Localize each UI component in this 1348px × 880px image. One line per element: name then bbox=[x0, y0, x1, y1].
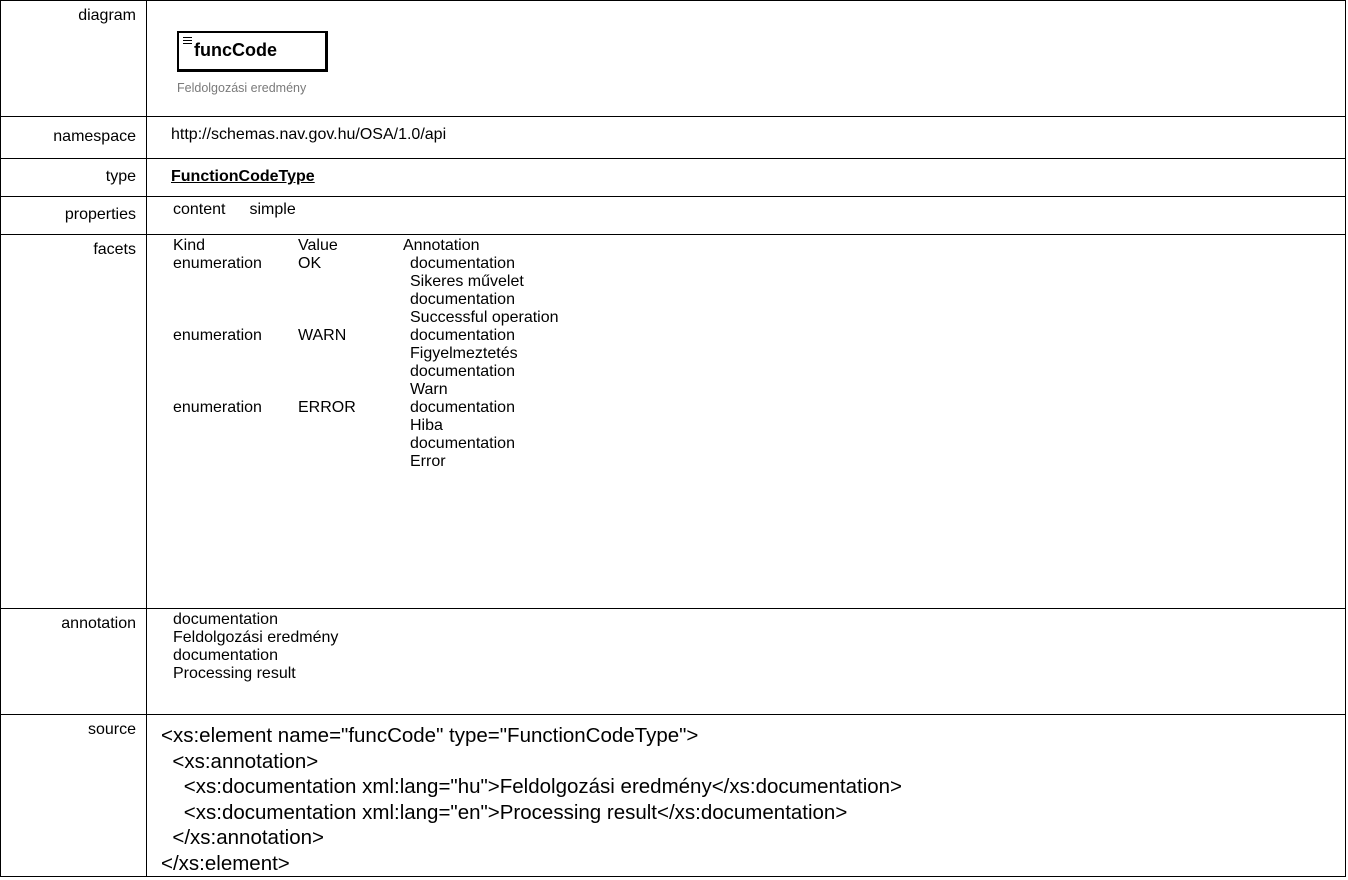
property-value: simple bbox=[249, 201, 296, 218]
facet-annotation-line: Successful operation bbox=[410, 309, 559, 326]
row-namespace: namespace http://schemas.nav.gov.hu/OSA/… bbox=[0, 116, 1346, 159]
facet-annotation-line: Error bbox=[410, 453, 446, 470]
label-properties: properties bbox=[0, 196, 147, 235]
annotation-line: Processing result bbox=[173, 665, 296, 682]
facet-annotation-line: Hiba bbox=[410, 417, 443, 434]
facets-header-value: Value bbox=[298, 237, 338, 254]
facets-table: Kind Value Annotation enumeration OK docum… bbox=[147, 235, 1345, 471]
label-namespace: namespace bbox=[0, 116, 147, 159]
label-type: type bbox=[0, 158, 147, 197]
source-line: <xs:documentation xml:lang="hu">Feldolgo… bbox=[161, 775, 903, 798]
facets-header-annotation: Annotation bbox=[403, 237, 480, 254]
element-caption: Feldolgozási eredmény bbox=[177, 81, 307, 95]
label-facets: facets bbox=[0, 234, 147, 609]
label-source: source bbox=[0, 714, 147, 877]
facet-annotation-line: Figyelmeztetés bbox=[410, 345, 518, 362]
source-line: <xs:annotation> bbox=[161, 749, 319, 773]
facet-annotation-line: documentation bbox=[410, 363, 515, 380]
facet-annotation-line: Sikeres művelet bbox=[410, 273, 524, 290]
annotation-line: Feldolgozási eredmény bbox=[173, 629, 339, 646]
schema-doc-table: diagram funcCode Feldolgozási eredmény n… bbox=[0, 0, 1346, 877]
facets-header-kind: Kind bbox=[173, 237, 206, 254]
row-type: type FunctionCodeType bbox=[0, 158, 1346, 197]
diagram-canvas: funcCode Feldolgozási eredmény bbox=[147, 1, 1345, 115]
source-code: <xs:element name="funcCode" type="Functi… bbox=[147, 715, 1345, 876]
diagram-cell: funcCode Feldolgozási eredmény bbox=[146, 0, 1346, 117]
source-cell: <xs:element name="funcCode" type="Functi… bbox=[146, 714, 1346, 877]
row-annotation: annotation documentation Feldolgozási ere… bbox=[0, 608, 1346, 715]
annotation-line: documentation bbox=[173, 611, 278, 628]
facet-kind: enumeration bbox=[173, 327, 262, 344]
row-source: source <xs:element name="funcCode" type=… bbox=[0, 714, 1346, 877]
source-line: <xs:element name="funcCode" type="Functi… bbox=[161, 724, 699, 747]
facet-annotation-line: documentation bbox=[410, 399, 515, 416]
namespace-cell: http://schemas.nav.gov.hu/OSA/1.0/api bbox=[146, 116, 1346, 159]
label-diagram: diagram bbox=[0, 0, 147, 117]
facets-cell: Kind Value Annotation enumeration OK docum… bbox=[146, 234, 1346, 609]
element-content-icon bbox=[183, 37, 192, 46]
source-line: </xs:annotation> bbox=[161, 826, 324, 849]
facet-annotation: documentation Hiba documentation Error bbox=[403, 399, 663, 471]
facet-annotation-line: documentation bbox=[410, 291, 515, 308]
facet-annotation-line: documentation bbox=[410, 327, 515, 344]
annotation-cell: documentation Feldolgozási eredmény docume… bbox=[146, 608, 1346, 715]
type-link[interactable]: FunctionCodeType bbox=[171, 159, 315, 186]
element-name: funcCode bbox=[194, 40, 277, 60]
properties-cell: content simple bbox=[146, 196, 1346, 235]
element-box-funccode[interactable]: funcCode bbox=[177, 31, 328, 72]
facet-annotation-line: Warn bbox=[410, 381, 448, 398]
property-key: content bbox=[173, 201, 226, 218]
row-diagram: diagram funcCode Feldolgozási eredmény bbox=[0, 0, 1346, 117]
type-cell: FunctionCodeType bbox=[146, 158, 1346, 197]
facet-value: WARN bbox=[298, 327, 347, 344]
namespace-value: http://schemas.nav.gov.hu/OSA/1.0/api bbox=[171, 126, 447, 143]
facet-value: ERROR bbox=[298, 399, 356, 416]
facet-annotation-line: documentation bbox=[410, 435, 515, 452]
source-line: </xs:element> bbox=[161, 851, 290, 875]
row-facets: facets Kind Value Annotation enumeration… bbox=[0, 234, 1346, 609]
facet-kind: enumeration bbox=[173, 255, 262, 272]
facet-annotation: documentation Sikeres művelet documentatio… bbox=[403, 255, 663, 327]
facet-annotation-line: documentation bbox=[410, 255, 515, 272]
source-line: <xs:documentation xml:lang="en">Processi… bbox=[161, 800, 848, 824]
facet-value: OK bbox=[298, 255, 322, 272]
annotation-line: documentation bbox=[173, 647, 278, 664]
annotation-text: documentation Feldolgozási eredmény docume… bbox=[147, 609, 1345, 683]
row-properties: properties content simple bbox=[0, 196, 1346, 235]
facet-annotation: documentation Figyelmeztetés documentation… bbox=[403, 327, 663, 399]
label-annotation: annotation bbox=[0, 608, 147, 715]
facet-kind: enumeration bbox=[173, 399, 262, 416]
